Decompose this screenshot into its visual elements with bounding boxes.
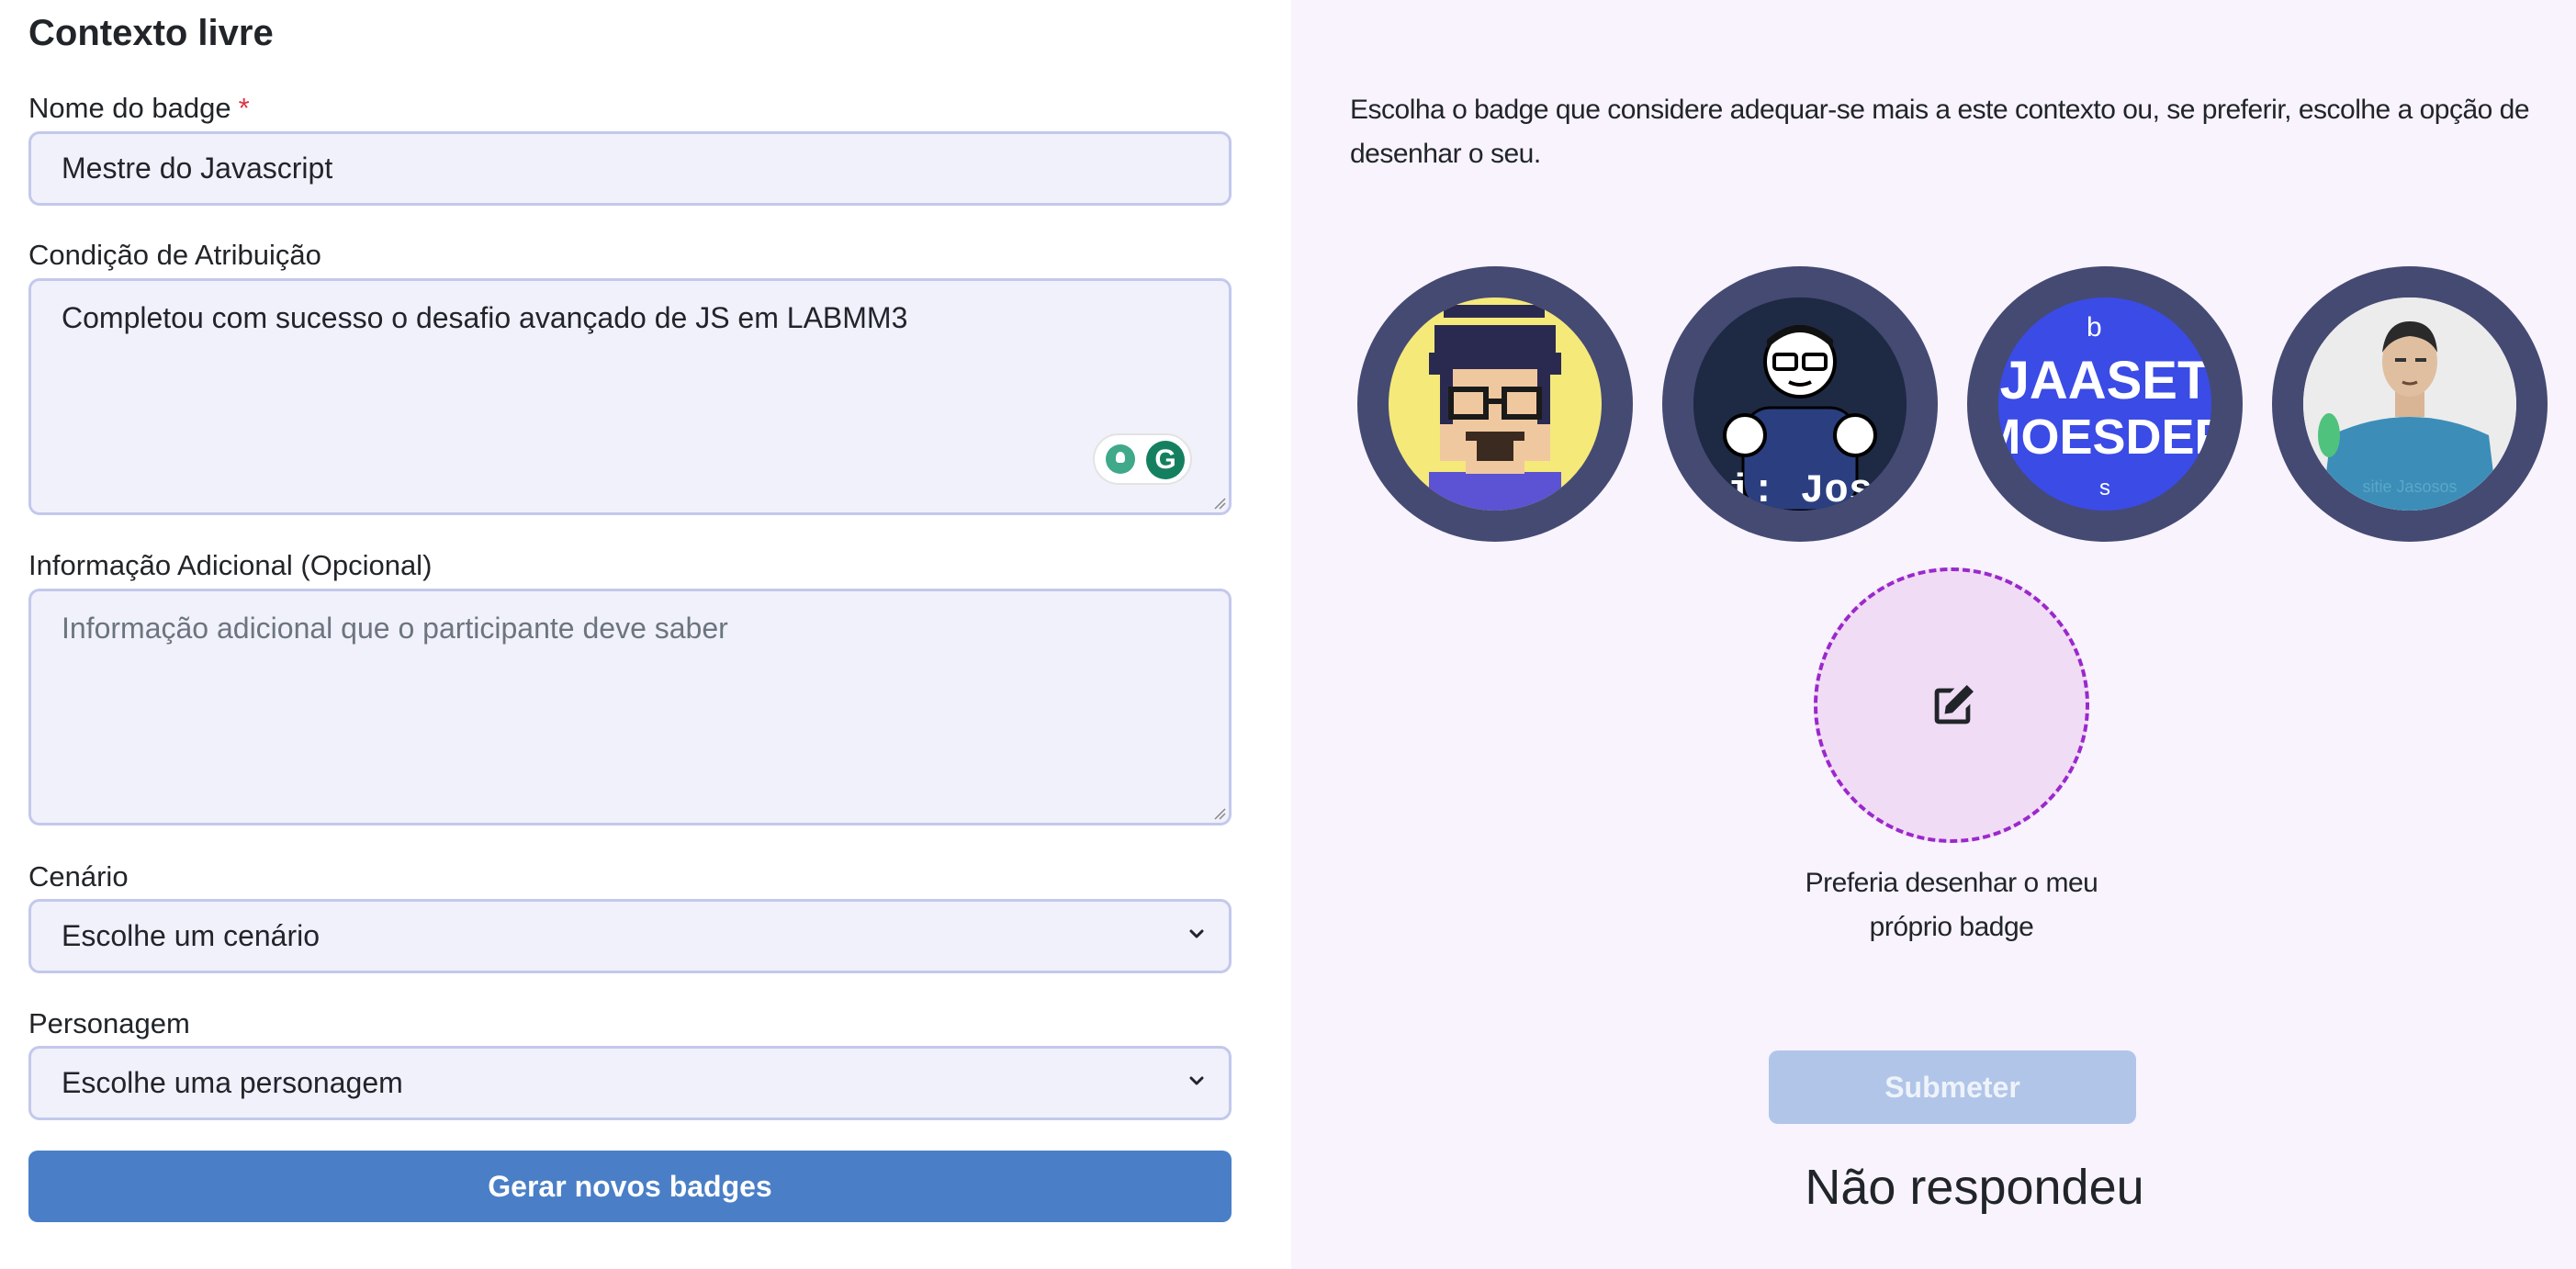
badge-option-text[interactable]: b JAASET MOESDER s <box>1967 266 2243 542</box>
condition-value: Completou com sucesso o desafio avançado… <box>62 301 908 334</box>
draw-own-badge-option[interactable] <box>1814 567 2089 843</box>
scenario-selected-value: Escolhe um cenário <box>62 919 321 952</box>
pixel-art-glasses-man-image <box>1389 298 1602 511</box>
condition-label: Condição de Atribuição <box>28 239 321 271</box>
grammarly-widget[interactable]: G <box>1093 433 1192 485</box>
badge-mark-top: b <box>2087 312 2102 343</box>
badge-image: ui: Joss <box>1693 298 1907 511</box>
text-badge-image: b JAASET MOESDER s <box>1998 298 2211 511</box>
badge-option-realistic[interactable]: sitie Jasosos <box>2272 266 2548 542</box>
scenario-label: Cenário <box>28 860 129 893</box>
badge-caption-top: JAASET <box>2000 351 2210 410</box>
character-label: Personagem <box>28 1007 190 1039</box>
submit-button[interactable]: Submeter <box>1769 1050 2136 1124</box>
badge-option-cartoon[interactable]: ui: Joss <box>1662 266 1938 542</box>
form-title: Contexto livre <box>28 13 274 53</box>
character-selected-value: Escolhe uma personagem <box>62 1066 403 1099</box>
grammarly-logo-icon[interactable]: G <box>1146 441 1185 479</box>
cartoon-glasses-man-image: ui: Joss <box>1693 298 1907 511</box>
edit-icon <box>1934 685 1974 724</box>
additional-info-placeholder: Informação adicional que o participante … <box>62 612 728 645</box>
generate-badges-button[interactable]: Gerar novos badges <box>28 1151 1232 1222</box>
chevron-down-icon <box>1189 929 1204 938</box>
chevron-down-icon <box>1189 1076 1204 1085</box>
character-select[interactable]: Escolhe uma personagem <box>28 1046 1232 1120</box>
realistic-man-image: sitie Jasosos <box>2303 298 2516 511</box>
badge-instructions: Escolha o badge que considere adequar-se… <box>1350 95 2530 169</box>
condition-textarea[interactable]: Completou com sucesso o desafio avançado… <box>28 278 1232 515</box>
draw-own-badge-label: Preferia desenhar o meu próprio badge <box>1805 868 2098 942</box>
badge-caption-bottom: MOESDER <box>1998 410 2211 465</box>
badge-image <box>1389 298 1602 511</box>
badge-name-label-text: Nome do badge <box>28 92 231 124</box>
scenario-select[interactable]: Escolhe um cenário <box>28 899 1232 973</box>
additional-info-label: Informação Adicional (Opcional) <box>28 549 433 581</box>
badge-name-value: Mestre do Javascript <box>62 152 333 185</box>
resize-handle-icon[interactable] <box>1211 495 1226 510</box>
response-status: Não respondeu <box>1805 1160 2144 1215</box>
badge-image: b JAASET MOESDER s <box>1998 298 2211 511</box>
badge-image: sitie Jasosos <box>2303 298 2516 511</box>
badge-name-input[interactable]: Mestre do Javascript <box>28 131 1232 206</box>
required-mark: * <box>238 92 250 124</box>
badge-mark-bottom: s <box>2099 476 2110 500</box>
additional-info-textarea[interactable]: Informação adicional que o participante … <box>28 589 1232 825</box>
badge-caption: ui: Joss <box>1703 468 1896 511</box>
lightbulb-icon[interactable] <box>1106 444 1135 474</box>
badge-option-pixel-art[interactable] <box>1357 266 1633 542</box>
resize-handle-icon[interactable] <box>1211 805 1226 820</box>
badge-caption: sitie Jasosos <box>2362 477 2457 496</box>
badge-name-label: Nome do badge * <box>28 92 250 125</box>
